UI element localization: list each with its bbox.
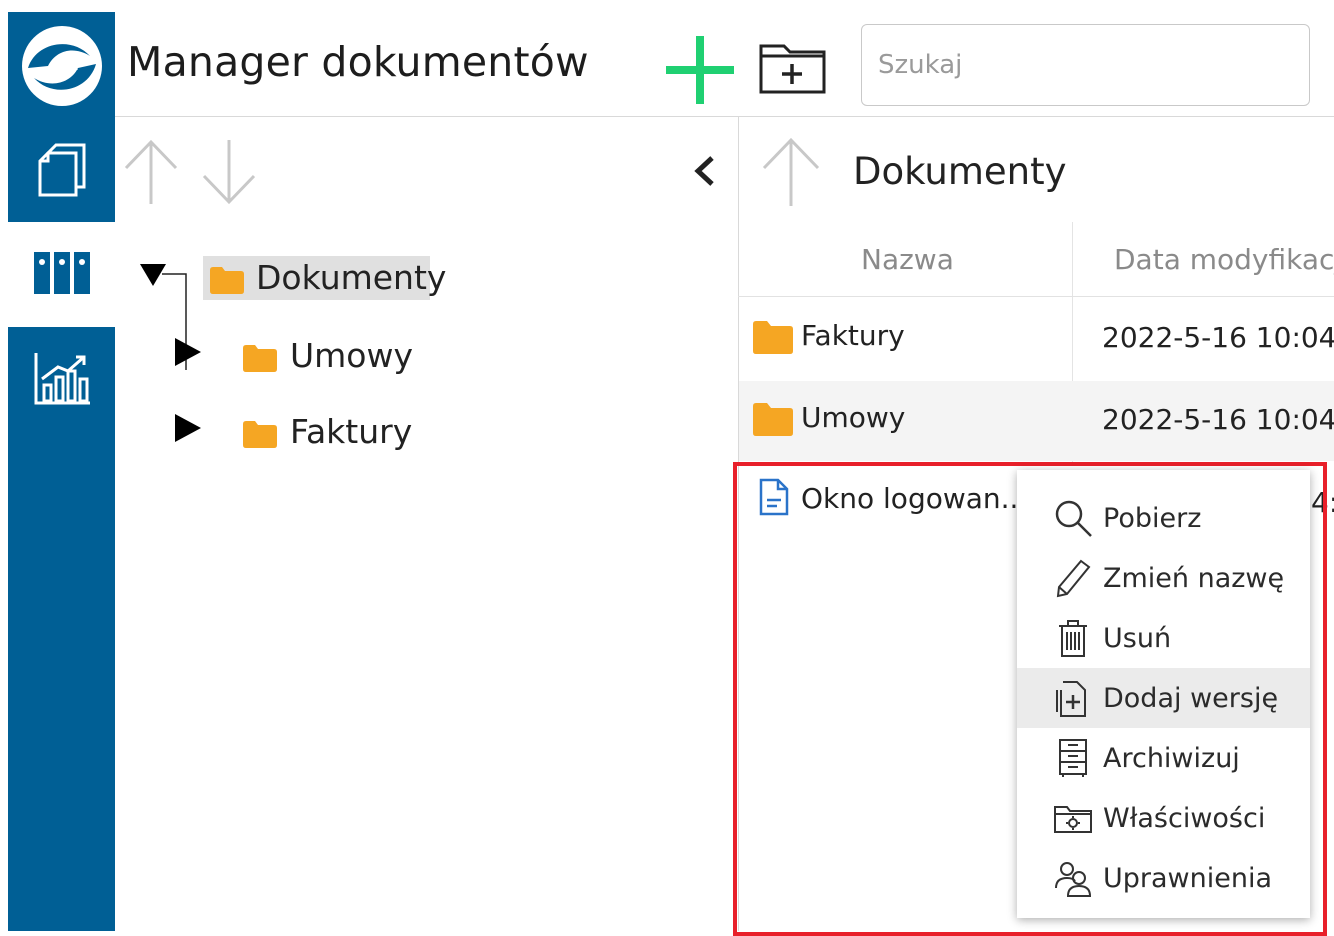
arrow-up-icon xyxy=(122,139,180,210)
documents-icon xyxy=(34,137,90,203)
folder-icon xyxy=(243,344,277,376)
chart-icon xyxy=(32,349,92,411)
current-folder-title: Dokumenty xyxy=(853,150,1067,193)
arrow-up-icon xyxy=(760,137,822,212)
folder-icon xyxy=(210,266,244,298)
move-up-button[interactable] xyxy=(122,138,180,206)
menu-item-delete[interactable]: Usuń xyxy=(1017,608,1310,668)
triangle-right-icon xyxy=(175,338,201,366)
triangle-right-icon xyxy=(175,414,201,442)
menu-item-download[interactable]: Pobierz xyxy=(1017,488,1310,548)
menu-item-label: Dodaj wersję xyxy=(1103,682,1279,714)
tree-toggle-collapsed[interactable] xyxy=(173,412,203,446)
tree-node-label: Faktury xyxy=(290,412,413,451)
menu-item-properties[interactable]: Właściwości xyxy=(1017,788,1310,848)
menu-item-label: Zmień nazwę xyxy=(1103,562,1285,594)
plus-icon xyxy=(664,36,736,110)
tree-toggle-expanded[interactable] xyxy=(138,262,168,288)
rail-binders-button[interactable] xyxy=(8,222,115,327)
folder-settings-icon xyxy=(1051,796,1095,840)
menu-item-permissions[interactable]: Uprawnienia xyxy=(1017,848,1310,908)
tree-node-dokumenty[interactable]: Dokumenty xyxy=(203,256,446,300)
parent-folder-button[interactable] xyxy=(760,136,822,208)
search-icon xyxy=(1051,496,1095,540)
tree-toggle-collapsed[interactable] xyxy=(173,336,203,370)
folder-icon xyxy=(753,320,793,358)
move-down-button[interactable] xyxy=(200,138,258,206)
tree-node-faktury[interactable]: Faktury xyxy=(240,412,440,456)
tree-node-label: Dokumenty xyxy=(256,258,447,297)
menu-item-label: Pobierz xyxy=(1103,502,1202,534)
collapse-tree-button[interactable] xyxy=(684,150,724,192)
rail-reports-button[interactable] xyxy=(8,327,115,432)
pencil-icon xyxy=(1051,556,1095,600)
archive-icon xyxy=(1051,736,1095,780)
cell-name: Faktury xyxy=(801,319,905,352)
trash-icon xyxy=(1051,616,1095,660)
menu-item-archive[interactable]: Archiwizuj xyxy=(1017,728,1310,788)
column-header-name[interactable]: Nazwa xyxy=(861,243,954,276)
folder-icon xyxy=(243,420,277,452)
cell-modified: 2022-5-16 10:04: xyxy=(1102,321,1334,354)
menu-item-label: Usuń xyxy=(1103,622,1172,654)
tree-node-label: Umowy xyxy=(290,336,414,375)
rail-documents-button[interactable] xyxy=(8,117,115,222)
menu-item-label: Archiwizuj xyxy=(1103,742,1240,774)
tree-node-umowy[interactable]: Umowy xyxy=(240,336,440,380)
context-menu: Pobierz Zmień nazwę Usuń Dodaj wersję Ar… xyxy=(1017,470,1310,918)
folder-plus-icon xyxy=(758,44,828,100)
folder-icon xyxy=(753,402,793,440)
app-title: Manager dokumentów xyxy=(127,38,589,86)
table-header-divider xyxy=(738,296,1334,297)
app-logo xyxy=(8,12,115,117)
search-box[interactable] xyxy=(861,24,1310,106)
menu-item-label: Właściwości xyxy=(1103,802,1266,834)
cell-name: Umowy xyxy=(801,401,906,434)
triangle-down-icon xyxy=(140,264,166,286)
column-header-modified[interactable]: Data modyfikacj xyxy=(1114,243,1334,276)
add-version-icon xyxy=(1051,676,1095,720)
menu-item-add-version[interactable]: Dodaj wersję xyxy=(1017,668,1310,728)
menu-item-label: Uprawnienia xyxy=(1103,862,1273,894)
table-row[interactable]: Umowy 2022-5-16 10:04: xyxy=(739,381,1334,461)
users-icon xyxy=(1051,856,1095,900)
chevron-left-icon xyxy=(684,156,724,196)
arrow-down-icon xyxy=(200,140,258,210)
binders-icon xyxy=(32,250,92,300)
cell-modified: 2022-5-16 10:04: xyxy=(1102,403,1334,436)
search-input[interactable] xyxy=(862,25,1309,105)
add-document-button[interactable] xyxy=(664,34,736,106)
menu-item-rename[interactable]: Zmień nazwę xyxy=(1017,548,1310,608)
header-divider xyxy=(115,116,1334,117)
new-folder-button[interactable] xyxy=(758,40,828,96)
table-row[interactable]: Faktury 2022-5-16 10:04: xyxy=(739,299,1334,379)
